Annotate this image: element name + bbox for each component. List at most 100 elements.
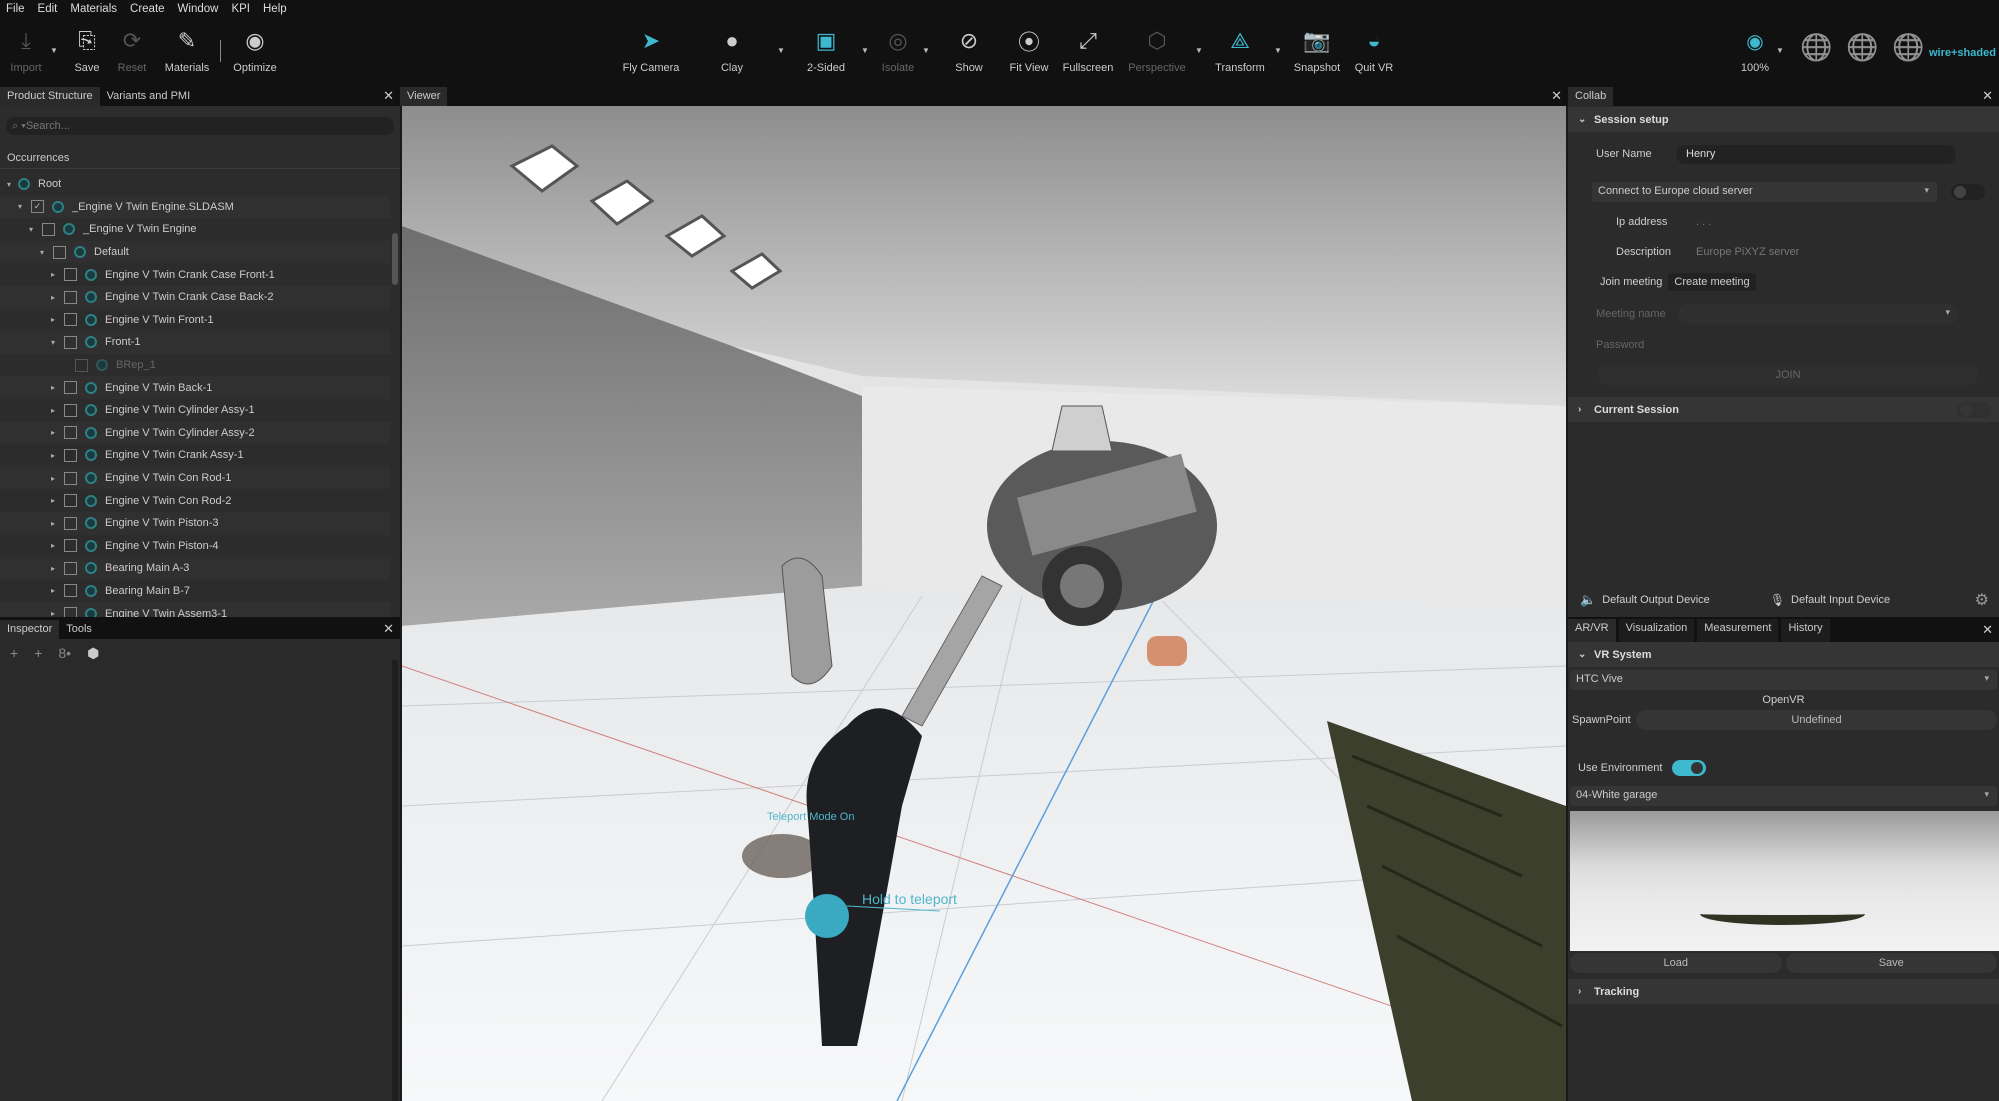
gear-icon[interactable]: ⚙ — [1975, 590, 1989, 610]
visibility-checkbox[interactable] — [64, 381, 77, 395]
server-dropdown[interactable]: Connect to Europe cloud server — [1592, 182, 1937, 202]
tree-item[interactable]: ▸ Engine V Twin Con Rod-2 — [0, 489, 390, 512]
expand-right-icon[interactable]: ▸ — [48, 609, 58, 617]
meeting-name-dropdown[interactable] — [1678, 304, 1958, 324]
visibility-checkbox[interactable] — [64, 539, 77, 553]
close-icon[interactable]: ✕ — [383, 621, 394, 637]
add-property-icon[interactable]: + — [10, 645, 18, 662]
visibility-checkbox[interactable] — [64, 516, 77, 530]
wire-shaded-icon[interactable]: 🌐 — [1892, 32, 1924, 63]
tree-item[interactable]: ▸ Engine V Twin Crank Assy-1 — [0, 444, 390, 467]
join-button[interactable]: JOIN — [1598, 365, 1978, 385]
expand-right-icon[interactable]: ▸ — [48, 564, 58, 573]
tree-item[interactable]: ▸ Engine V Twin Crank Case Back-2 — [0, 285, 390, 309]
visibility-checkbox[interactable] — [75, 358, 88, 372]
expand-right-icon[interactable]: ▸ — [48, 541, 58, 550]
2-sided-button[interactable]: ▣ 2-Sided — [791, 26, 861, 74]
tree-item[interactable]: ▾ Default — [0, 240, 390, 264]
chevron-down-icon[interactable]: ▼ — [777, 46, 785, 55]
expand-right-icon[interactable]: ▸ — [48, 519, 58, 528]
chevron-down-icon[interactable]: ▼ — [1776, 46, 1784, 55]
tree-item[interactable]: ▸ Engine V Twin Back-1 — [0, 376, 390, 399]
visibility-checkbox[interactable] — [53, 245, 66, 259]
add-component-icon[interactable]: + — [34, 645, 42, 662]
tab-visualization[interactable]: Visualization — [1618, 619, 1695, 642]
tab-viewer[interactable]: Viewer — [400, 87, 448, 106]
inspector-scrollbar[interactable] — [392, 660, 398, 1101]
expand-right-icon[interactable]: ▸ — [48, 293, 58, 302]
visibility-checkbox[interactable] — [64, 313, 77, 327]
visibility-checkbox[interactable] — [64, 494, 77, 508]
visibility-checkbox[interactable] — [42, 222, 55, 236]
expand-down-icon[interactable]: ▾ — [26, 225, 36, 234]
menu-help[interactable]: Help — [263, 3, 287, 15]
tree-item[interactable]: ▾ Root — [0, 173, 390, 196]
tree-item[interactable]: ▸ Bearing Main A-3 — [0, 557, 390, 580]
tracking-header[interactable]: › Tracking — [1568, 979, 1999, 1004]
chevron-down-icon[interactable]: ▼ — [1274, 46, 1282, 55]
tab-variants-pmi[interactable]: Variants and PMI — [100, 87, 198, 106]
visibility-checkbox[interactable] — [64, 607, 77, 617]
menu-kpi[interactable]: KPI — [231, 3, 250, 15]
session-setup-header[interactable]: ⌄ Session setup — [1568, 107, 1999, 132]
tab-join-meeting[interactable]: Join meeting — [1596, 273, 1666, 291]
expand-right-icon[interactable]: ▸ — [48, 270, 58, 279]
use-environment-toggle[interactable] — [1672, 760, 1707, 776]
load-button[interactable]: Load — [1570, 953, 1782, 973]
transform-button[interactable]: ⟁ Transform — [1205, 26, 1275, 74]
session-toggle[interactable] — [1957, 402, 1991, 418]
tree-item[interactable]: ▸ Engine V Twin Piston-3 — [0, 511, 390, 535]
server-toggle[interactable] — [1951, 184, 1985, 200]
tree-item[interactable]: ▸ Engine V Twin Front-1 — [0, 309, 390, 332]
expand-right-icon[interactable]: ▸ — [48, 586, 58, 595]
quit-vr-button[interactable]: ◒ Quit VR — [1339, 26, 1409, 74]
expand-down-icon[interactable]: ▾ — [48, 338, 58, 347]
optimize-button[interactable]: ◉ Optimize — [220, 26, 290, 74]
tree-item[interactable]: ▾ _Engine V Twin Engine — [0, 218, 390, 241]
tree-item[interactable]: ▸ Bearing Main B-7 — [0, 580, 390, 603]
expand-right-icon[interactable]: ▸ — [48, 451, 58, 460]
tree-item[interactable]: BRep_1 — [0, 354, 390, 377]
visibility-checkbox[interactable] — [64, 290, 77, 304]
visibility-checkbox[interactable]: ✓ — [31, 200, 44, 214]
menu-materials[interactable]: Materials — [70, 3, 117, 15]
expand-down-icon[interactable]: ▾ — [37, 248, 47, 257]
visibility-checkbox[interactable] — [64, 584, 77, 598]
fullscreen-button[interactable]: ⤢ Fullscreen — [1053, 26, 1123, 74]
vr-device-dropdown[interactable]: HTC Vive — [1570, 670, 1997, 690]
materials-button[interactable]: ✎ Materials — [152, 26, 222, 74]
tree-item[interactable]: ▸ Engine V Twin Assem3-1 — [0, 602, 390, 617]
link-icon[interactable]: 8• — [58, 645, 71, 662]
tree-item[interactable]: ▸ Engine V Twin Piston-4 — [0, 535, 390, 558]
search-input[interactable]: ⌕ ▾Search... — [6, 117, 394, 135]
visibility-checkbox[interactable] — [64, 448, 77, 462]
wireframe-icon[interactable]: 🌐 — [1800, 32, 1832, 63]
current-session-header[interactable]: › Current Session — [1568, 397, 1999, 422]
tab-arvr[interactable]: AR/VR — [1568, 619, 1616, 642]
close-icon[interactable]: ✕ — [383, 88, 394, 104]
spawn-point-button[interactable]: Undefined — [1636, 710, 1997, 730]
tab-history[interactable]: History — [1781, 619, 1830, 642]
user-name-input[interactable]: Henry — [1676, 144, 1956, 164]
material-icon[interactable]: ⬢ — [87, 645, 99, 662]
tree-item[interactable]: ▸ Engine V Twin Cylinder Assy-1 — [0, 399, 390, 422]
3d-viewport[interactable]: Teleport Mode On Hold to teleport — [402, 106, 1566, 1101]
visibility-checkbox[interactable] — [64, 426, 77, 440]
tree-scrollbar[interactable] — [392, 233, 398, 285]
expand-right-icon[interactable]: ▸ — [48, 315, 58, 324]
expand-down-icon[interactable]: ▾ — [4, 180, 14, 189]
tab-product-structure[interactable]: Product Structure — [0, 87, 100, 106]
expand-right-icon[interactable]: ▸ — [48, 406, 58, 415]
tab-create-meeting[interactable]: Create meeting — [1668, 273, 1756, 291]
visibility-checkbox[interactable] — [64, 335, 77, 349]
close-icon[interactable]: ✕ — [1982, 88, 1993, 104]
close-icon[interactable]: ✕ — [1551, 88, 1562, 104]
tab-inspector[interactable]: Inspector — [0, 620, 60, 639]
output-device[interactable]: Default Output Device — [1602, 594, 1710, 606]
expand-right-icon[interactable]: ▸ — [48, 428, 58, 437]
expand-right-icon[interactable]: ▸ — [48, 383, 58, 392]
visibility-checkbox[interactable] — [64, 561, 77, 575]
tab-collab[interactable]: Collab — [1568, 87, 1614, 106]
expand-right-icon[interactable]: ▸ — [48, 496, 58, 505]
chevron-down-icon[interactable]: ▼ — [922, 46, 930, 55]
